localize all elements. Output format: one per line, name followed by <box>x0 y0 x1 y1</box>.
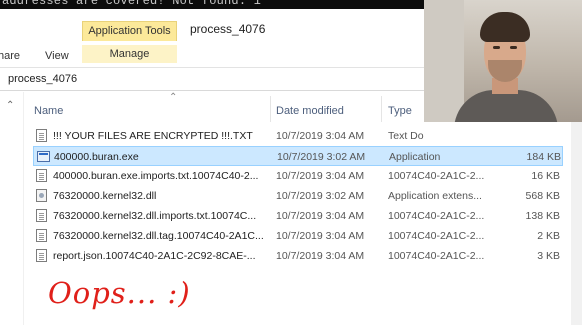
column-type[interactable]: Type <box>388 105 412 117</box>
navigation-pane: ⌃ <box>0 92 24 325</box>
window-title: process_4076 <box>190 22 266 36</box>
text-file-icon <box>36 229 47 242</box>
file-name: !!! YOUR FILES ARE ENCRYPTED !!!.TXT <box>53 130 253 142</box>
vertical-scrollbar[interactable] <box>571 122 582 325</box>
file-name: 76320000.kernel32.dll.tag.10074C40-2A1C.… <box>53 230 264 242</box>
file-size: 138 KB <box>525 210 560 222</box>
context-tab-application-tools[interactable]: Application Tools <box>82 21 177 41</box>
file-row[interactable]: 76320000.kernel32.dll.tag.10074C40-2A1C.… <box>33 226 563 246</box>
chevron-up-icon[interactable]: ⌃ <box>6 100 14 111</box>
file-row[interactable]: 400000.buran.exe.imports.txt.10074C40-2.… <box>33 166 563 186</box>
file-date-modified: 10/7/2019 3:04 AM <box>276 210 365 222</box>
file-date-modified: 10/7/2019 3:04 AM <box>276 250 365 262</box>
file-type: Application extens... <box>388 190 482 202</box>
file-type: Application <box>389 151 441 163</box>
tab-view[interactable]: View <box>45 50 69 62</box>
column-divider[interactable] <box>270 96 271 122</box>
file-row[interactable]: 400000.buran.exe 10/7/2019 3:02 AM Applica… <box>33 146 563 166</box>
text-file-icon <box>36 249 47 262</box>
tab-share[interactable]: hare <box>0 50 20 62</box>
dll-file-icon <box>36 189 47 202</box>
text-file-icon <box>36 129 47 142</box>
file-date-modified: 10/7/2019 3:02 AM <box>277 151 366 163</box>
file-size: 2 KB <box>537 230 560 242</box>
text-file-icon <box>36 209 47 222</box>
file-size: 184 KB <box>526 151 561 163</box>
file-size: 16 KB <box>531 170 560 182</box>
file-name: 400000.buran.exe <box>54 151 139 163</box>
tab-manage[interactable]: Manage <box>82 45 177 63</box>
caption-text: Oops... :) <box>48 276 191 310</box>
column-name[interactable]: Name <box>34 105 63 117</box>
file-row[interactable]: 76320000.kernel32.dll 10/7/2019 3:02 AM Ap… <box>33 186 563 206</box>
file-type: 10074C40-2A1C-2... <box>388 210 485 222</box>
file-date-modified: 10/7/2019 3:04 AM <box>276 230 365 242</box>
webcam-overlay <box>424 0 582 122</box>
file-name: 76320000.kernel32.dll.imports.txt.10074C… <box>53 210 257 222</box>
file-type: 10074C40-2A1C-2... <box>388 230 485 242</box>
file-date-modified: 10/7/2019 3:04 AM <box>276 170 365 182</box>
file-size: 568 KB <box>525 190 560 202</box>
exe-file-icon <box>37 151 50 162</box>
file-type: Text Do <box>388 130 424 142</box>
file-type: 10074C40-2A1C-2... <box>388 250 485 262</box>
terminal-text: addresses are covered! Not found: 1 <box>2 0 262 8</box>
file-name: 76320000.kernel32.dll <box>53 190 157 202</box>
address-path: process_4076 <box>8 73 78 85</box>
file-name: 400000.buran.exe.imports.txt.10074C40-2.… <box>53 170 259 182</box>
file-size: 3 KB <box>537 250 560 262</box>
file-type: 10074C40-2A1C-2... <box>388 170 485 182</box>
sort-ascending-icon: ⌃ <box>169 92 178 103</box>
file-row[interactable]: report.json.10074C40-2A1C-2C92-8CAE-... 1… <box>33 246 563 266</box>
column-date-modified[interactable]: Date modified <box>276 105 344 117</box>
file-date-modified: 10/7/2019 3:04 AM <box>276 130 365 142</box>
file-row[interactable]: !!! YOUR FILES ARE ENCRYPTED !!!.TXT 10/7… <box>33 126 563 146</box>
file-row[interactable]: 76320000.kernel32.dll.imports.txt.10074C… <box>33 206 563 226</box>
file-date-modified: 10/7/2019 3:02 AM <box>276 190 365 202</box>
file-name: report.json.10074C40-2A1C-2C92-8CAE-... <box>53 250 256 262</box>
text-file-icon <box>36 169 47 182</box>
column-divider[interactable] <box>381 96 382 122</box>
